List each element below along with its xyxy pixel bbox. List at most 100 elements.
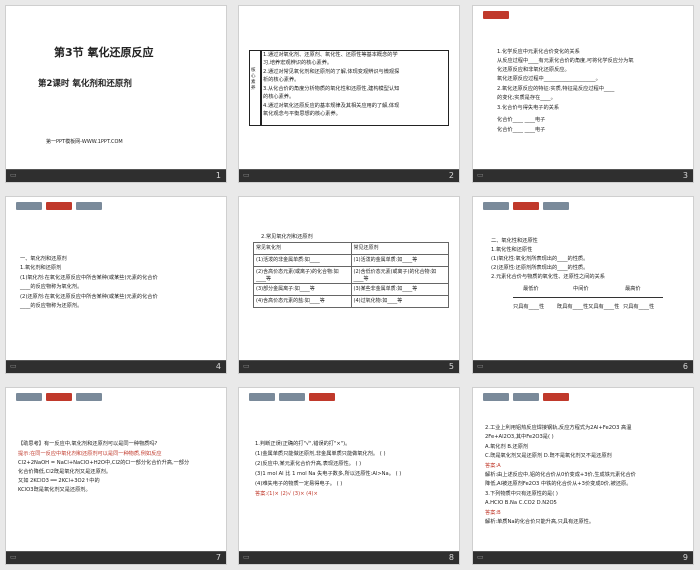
slide-menu-icon[interactable]: ▭: [10, 553, 17, 561]
slide-menu-icon[interactable]: ▭: [10, 171, 17, 179]
slide-thumbnail-2[interactable]: 核心素养 1.通过对氧化剂、还原剂、氧化性、还原性等基本概念的学 习,培养宏观辨…: [238, 5, 460, 183]
slide-menu-icon[interactable]: ▭: [243, 553, 250, 561]
table-cell: (1)活泼的金属单质:如____等: [350, 254, 449, 267]
content-line: (3)1 mol Al 比 1 mol Na 失电子数多,所以还原性:Al>Na…: [255, 471, 402, 477]
content-line: 的变化;实质是存在____。: [497, 95, 556, 101]
slide-menu-icon[interactable]: ▭: [243, 362, 250, 370]
slide-thumbnail-6[interactable]: 二、氧化性和还原性 1.氧化性和还原性 (1)氧化性:氧化剂所表现出的____的…: [472, 196, 694, 374]
content-line: 又如 2KClO3 ══ 2KCl+3O2↑中的: [18, 478, 100, 484]
objective-line: 2.通过对常见氧化剂和还原剂的了解,体现变观辨识与微观探: [263, 69, 400, 75]
tab-1[interactable]: [16, 393, 42, 401]
content-line: 化合价____ ____电子: [497, 117, 546, 123]
content-line: 1.判断正误(正确的打"√",错误的打"×")。: [255, 441, 351, 447]
content-line: 2.氧化还原反应的特征:实质,特征是反应过程中____: [497, 86, 615, 92]
slide-number: 2: [448, 171, 454, 180]
slide-title: 第3节 氧化还原反应: [54, 46, 154, 59]
tab-2[interactable]: [46, 202, 72, 210]
objective-line: 4.通过对氧化还原反应的基本规律及其相关应用的了解,体现: [263, 103, 400, 109]
slide-number: 7: [215, 553, 221, 562]
content-line: (1)氧化剂:在氧化还原反应中所含某种(或某些)元素的化合价: [20, 275, 158, 281]
content-line: (2)还原性:还原剂所表现出的____的性质。: [491, 265, 589, 271]
table-cell: (4)含高价态元素的盐:如____等: [253, 295, 352, 308]
slide-menu-icon[interactable]: ▭: [10, 362, 17, 370]
tab-2[interactable]: [513, 393, 539, 401]
tab-1[interactable]: [249, 393, 275, 401]
content-line: 化还原反应和非氧化还原反应。: [497, 67, 570, 73]
table-cell: (4)过氧化物:如____等: [350, 295, 449, 308]
table-caption: 2.常见氧化剂和还原剂: [261, 234, 313, 240]
tab-3[interactable]: [76, 393, 102, 401]
table-cell: (2)含低价态元素(或离子)的化合物:如____等: [350, 266, 449, 284]
tab-3[interactable]: [543, 393, 569, 401]
content-line: KClO3既是氧化剂又是还原剂。: [18, 487, 91, 493]
tab-1[interactable]: [16, 202, 42, 210]
scale-note: 既具有____性又具有____性: [557, 304, 620, 310]
content-line: 解析:单质Na的化合价只能升高,只具有还原性。: [485, 519, 595, 525]
content-line: 1.氧化剂和还原剂: [20, 265, 62, 271]
slide-menu-icon[interactable]: ▭: [477, 171, 484, 179]
slide-number: 6: [682, 362, 688, 371]
content-line: 【助思考】有一反应中,氧化剂和还原剂可以是同一种物质吗?: [18, 441, 158, 447]
tab-2[interactable]: [279, 393, 305, 401]
slide-number: 8: [448, 553, 454, 562]
table-header: 常见还原剂: [350, 242, 449, 255]
content-line: 二、氧化性和还原性: [491, 238, 538, 244]
tab-2[interactable]: [513, 202, 539, 210]
content-line: C.既是氧化剂又是还原剂 D.既不是氧化剂又不是还原剂: [485, 453, 612, 459]
answer-line: 答案:B: [485, 510, 501, 516]
table-cell: (1)活泼的非金属单质:如____: [253, 254, 352, 267]
tab-2[interactable]: [46, 393, 72, 401]
slide-number: 3: [682, 171, 688, 180]
objective-line: 3.从化合价的角度分析物质的氧化性和还原性,建构模型认知: [263, 86, 400, 92]
content-line: 降低,Al被还原剂Fe2O3 中铁的化合价从+3价变成0价,被还原。: [485, 481, 632, 487]
slide-number: 9: [682, 553, 688, 562]
tab-1[interactable]: [483, 202, 509, 210]
content-line: ____的反应物称为还原剂。: [20, 303, 83, 309]
scale-label: 中间价: [573, 286, 589, 292]
slide-thumbnail-5[interactable]: 2.常见氧化剂和还原剂 常见氧化剂 常见还原剂 (1)活泼的非金属单质:如____…: [238, 196, 460, 374]
content-line: 解析:由上述反应中,铝的化合价从0价变成+3价,生成铁元素化合价: [485, 472, 636, 478]
slide-menu-icon[interactable]: ▭: [477, 362, 484, 370]
slide-number: 4: [215, 362, 221, 371]
scale-label: 最低价: [523, 286, 539, 292]
content-line: (1)氧化性:氧化剂所表现出的____的性质。: [491, 256, 589, 262]
scale-label: 最高价: [625, 286, 641, 292]
tab-3[interactable]: [543, 202, 569, 210]
objective-line: 习,培养宏观辨识的核心素养。: [263, 60, 333, 66]
slide-thumbnail-7[interactable]: 【助思考】有一反应中,氧化剂和还原剂可以是同一种物质吗? 提示:在同一反应中氧化…: [5, 387, 227, 565]
content-line: 2.工业上利用铝热反应焊接钢轨,反应方程式为2Al+Fe2O3 高温: [485, 425, 632, 431]
content-line: 从反应过程中____有元素化合价的角度,可将化学反应分为氧: [497, 58, 634, 64]
content-line: 2Fe+Al2O3,其中Fe2O3是( ): [485, 434, 554, 440]
content-line: 1.化学反应中元素化合价变化的关系: [497, 49, 580, 55]
slide-thumbnail-3[interactable]: 1.化学反应中元素化合价变化的关系 从反应过程中____有元素化合价的角度,可将…: [472, 5, 694, 183]
table-cell: (2)含高价态元素(或离子)的化合物:如____等: [253, 266, 352, 284]
tab-3[interactable]: [309, 393, 335, 401]
slide-thumbnail-9[interactable]: 2.工业上利用铝热反应焊接钢轨,反应方程式为2Al+Fe2O3 高温 2Fe+A…: [472, 387, 694, 565]
slide-number: 1: [215, 171, 221, 180]
content-line: 氧化还原反应过程中____________________。: [497, 76, 601, 82]
tab-3[interactable]: [76, 202, 102, 210]
table-cell: (3)部分金属离子:如____等: [253, 283, 352, 296]
slide-thumbnail-4[interactable]: 一、氧化剂和还原剂 1.氧化剂和还原剂 (1)氧化剂:在氧化还原反应中所含某种(…: [5, 196, 227, 374]
slide-subtitle: 第2课时 氧化剂和还原剂: [38, 79, 132, 89]
slide-menu-icon[interactable]: ▭: [243, 171, 250, 179]
side-label: 核心素养: [251, 68, 256, 91]
slide-thumbnail-1[interactable]: 第3节 氧化还原反应 第2课时 氧化剂和还原剂 第一PPT模板网-WWW.1PP…: [5, 5, 227, 183]
content-line: 3.下列物质中只有还原性的是( ): [485, 491, 558, 497]
slide-footer-text: 第一PPT模板网-WWW.1PPT.COM: [46, 139, 123, 145]
answer-line: 答案:A: [485, 463, 501, 469]
tab-1[interactable]: [483, 393, 509, 401]
objective-line: 1.通过对氧化剂、还原剂、氧化性、还原性等基本概念的学: [263, 52, 398, 58]
slide-thumbnail-8[interactable]: 1.判断正误(正确的打"√",错误的打"×")。 (1)金属单质只能做还原剂,非…: [238, 387, 460, 565]
content-line: 化合价降低,Cl2既是氧化剂又是还原剂。: [18, 469, 112, 475]
content-line: (1)金属单质只能做还原剂,非金属单质只能做氧化剂。 ( ): [255, 451, 386, 457]
slide-number: 5: [448, 362, 454, 371]
content-line: 化合价____ ____电子: [497, 127, 546, 133]
content-line: (2)反应中,某元素化合价升高,表现还原性。 ( ): [255, 461, 362, 467]
tab-knowledge[interactable]: [483, 11, 509, 19]
answer-line: 答案:(1)× (2)√ (3)× (4)×: [255, 491, 318, 497]
content-line: 2.元素化合价与物质的氧化性、还原性之间的关系: [491, 274, 605, 280]
content-line: 一、氧化剂和还原剂: [20, 256, 67, 262]
content-line: (4)难失电子的物质一定易得电子。 ( ): [255, 481, 343, 487]
slide-menu-icon[interactable]: ▭: [477, 553, 484, 561]
